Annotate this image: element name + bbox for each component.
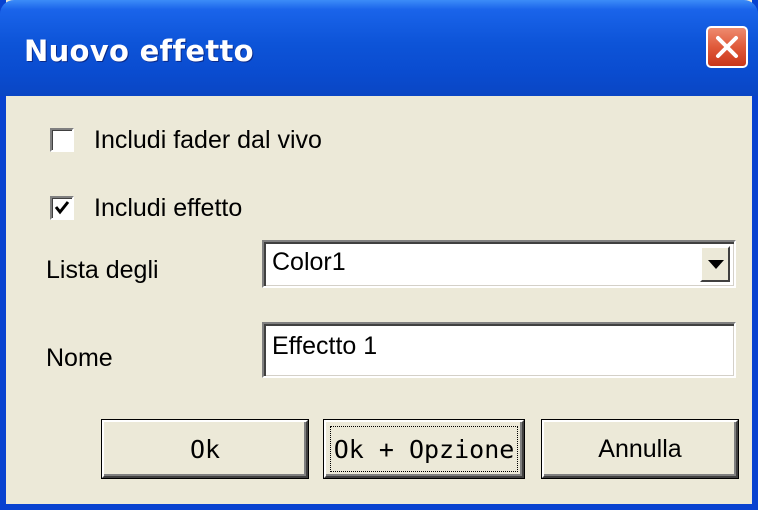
ok-button-label: Ok	[189, 434, 221, 464]
chevron-down-icon	[708, 260, 724, 269]
dialog-body: Includi fader dal vivo Includi effetto L…	[6, 90, 752, 504]
dialog-title: Nuovo effetto	[24, 34, 254, 68]
dropdown-button[interactable]	[700, 246, 730, 282]
cancel-button-label: Annulla	[598, 434, 682, 463]
include-live-fader-label[interactable]: Includi fader dal vivo	[94, 126, 322, 155]
ok-option-button[interactable]: Ok + Opzione	[324, 420, 524, 478]
name-field[interactable]: Effectto 1	[262, 322, 736, 378]
ok-option-button-label: Ok + Opzione	[333, 434, 515, 464]
include-effect-label[interactable]: Includi effetto	[94, 194, 242, 223]
new-effect-dialog: Nuovo effetto Includi fader dal vivo Inc…	[0, 0, 758, 510]
name-label: Nome	[46, 344, 113, 372]
list-selected-value: Color1	[272, 248, 346, 276]
ok-button[interactable]: Ok	[102, 420, 308, 478]
include-effect-checkbox[interactable]	[50, 196, 74, 220]
name-field-value: Effectto 1	[272, 332, 378, 360]
close-icon	[716, 36, 738, 58]
include-live-fader-checkbox[interactable]	[50, 128, 74, 152]
title-bar[interactable]: Nuovo effetto	[0, 0, 758, 96]
close-button[interactable]	[706, 26, 748, 68]
list-select[interactable]: Color1	[262, 240, 736, 288]
list-label: Lista degli	[46, 256, 159, 284]
checkmark-icon	[54, 201, 70, 215]
cancel-button[interactable]: Annulla	[542, 420, 738, 478]
